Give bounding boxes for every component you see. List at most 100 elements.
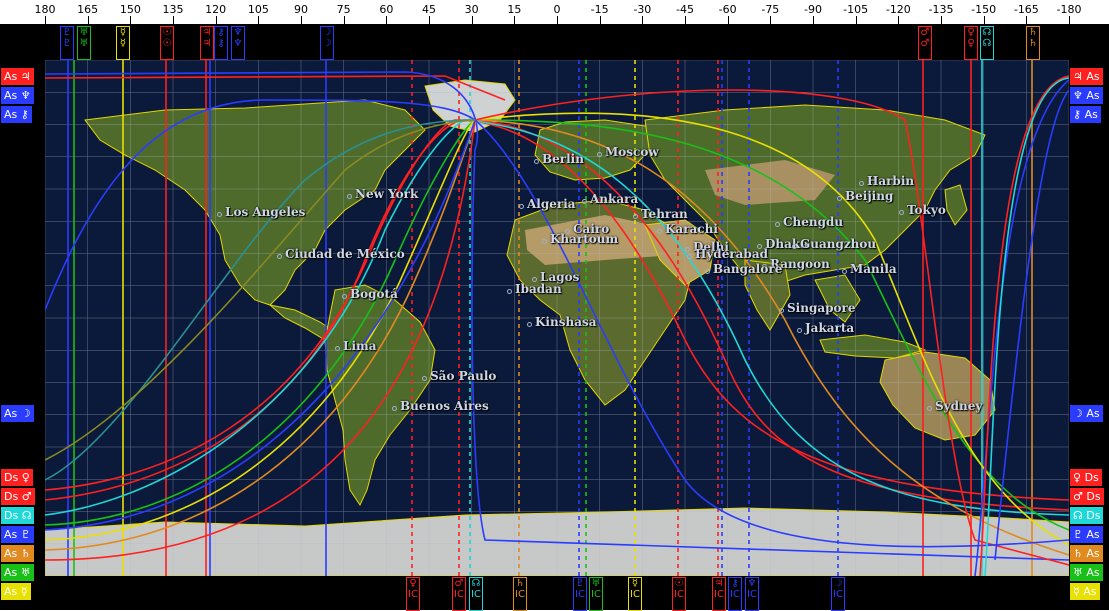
ic-badge-ic-chiron[interactable]: ⚷ IC (728, 577, 742, 611)
right-angle-badge[interactable]: ☽ As (1070, 405, 1103, 422)
city-label[interactable]: Khartoum (550, 232, 618, 246)
left-angle-badge[interactable]: As ☽ (1, 405, 34, 422)
mc-badge-mc-uranus[interactable]: ♅ ♅ (77, 26, 91, 60)
ic-badge-ic-sun[interactable]: ☉ IC (672, 577, 686, 611)
badge-glyph-bottom: ☽ (322, 38, 332, 49)
mc-badge-mc-chiron[interactable]: ⚷ ⚷ (214, 26, 228, 60)
angle-label: Ds (1086, 509, 1101, 522)
city-label[interactable]: Los Angeles (225, 205, 305, 219)
city-label[interactable]: Guangzhou (800, 237, 876, 251)
world-map[interactable]: Berlin Moscow Ankara Algeria Cairo Tehran Kara… (45, 60, 1069, 576)
right-angle-badge[interactable]: ☊ Ds (1070, 507, 1104, 524)
ic-badge-ic-uranus[interactable]: ♅ IC (589, 577, 603, 611)
city-label[interactable]: New York (355, 187, 418, 201)
badge-glyph-top: ♂ (454, 578, 464, 589)
city-label[interactable]: Tehran (641, 207, 688, 221)
left-angle-badge[interactable]: As ♃ (1, 68, 34, 85)
mc-badge-mc-mars-y[interactable]: ☿ ☿ (116, 26, 130, 60)
ic-badge-ic-venus[interactable]: ♀ IC (406, 577, 420, 611)
right-angle-badge[interactable]: ♃ As (1070, 68, 1103, 85)
right-angle-badge[interactable]: ♄ As (1070, 545, 1103, 562)
longitude-tick-label: 75 (336, 3, 351, 16)
city-label[interactable]: Buenos Aires (400, 399, 489, 413)
badge-glyph-top: ☉ (674, 578, 684, 589)
city-label[interactable]: Ibadan (515, 282, 562, 296)
city-label[interactable]: Manila (850, 262, 897, 276)
city-label[interactable]: Jakarta (805, 321, 854, 335)
city-label[interactable]: Kinshasa (535, 315, 597, 329)
ic-badge-ic-moon[interactable]: ☽ IC (831, 577, 845, 611)
city-label[interactable]: Berlin (542, 152, 584, 166)
longitude-tick-label: -30 (633, 3, 652, 16)
mc-badge-mc-neptune[interactable]: ♆ ♆ (231, 26, 245, 60)
ic-badge-ic-node[interactable]: ☊ IC (469, 577, 483, 611)
planet-glyph-icon: ♂ (1073, 490, 1087, 503)
left-angle-badge[interactable]: As ♄ (1, 545, 34, 562)
ic-badge-ic-pluto[interactable]: ♇ IC (573, 577, 587, 611)
city-marker-icon (927, 406, 932, 411)
left-angle-badge[interactable]: As ♇ (1, 526, 34, 543)
left-angle-badge[interactable]: Ds ♀ (1, 469, 33, 486)
mc-badge-mc-sun[interactable]: ☉ ☉ (160, 26, 174, 60)
planet-glyph-icon: ♃ (1073, 70, 1087, 83)
planet-glyph-icon: ♆ (17, 89, 31, 102)
right-angle-badge[interactable]: ♅ As (1070, 564, 1103, 581)
right-angle-badge[interactable]: ♂ Ds (1070, 488, 1104, 505)
mc-badge-mc-pluto[interactable]: ♇ ♇ (60, 26, 74, 60)
city-label[interactable]: Harbin (867, 174, 914, 188)
longitude-tick-label: 135 (162, 3, 184, 16)
mc-badge-mc-venus[interactable]: ♀ ♀ (964, 26, 978, 60)
right-angle-badge[interactable]: ⚷ As (1070, 106, 1101, 123)
ic-badge-ic-jupiter[interactable]: ♃ IC (712, 577, 726, 611)
city-label[interactable]: Algeria (527, 197, 576, 211)
city-label[interactable]: Sydney (935, 399, 982, 413)
badge-glyph-bottom: ♀ (967, 38, 975, 49)
mc-badge-mc-moon[interactable]: ☽ ☽ (320, 26, 334, 60)
mc-badge-mc-saturn[interactable]: ♄ ♄ (1026, 26, 1040, 60)
left-angle-badge[interactable]: As ⚷ (1, 106, 32, 123)
longitude-tick-label: 60 (379, 3, 394, 16)
city-label[interactable]: São Paulo (430, 369, 496, 383)
angle-label: Ds (4, 509, 19, 522)
right-angle-badge[interactable]: ♀ Ds (1070, 469, 1102, 486)
left-angle-badge[interactable]: Ds ♂ (1, 488, 35, 505)
mc-badge-mc-jupiter[interactable]: ♃ ♃ (200, 26, 214, 60)
city-label[interactable]: Karachi (665, 222, 718, 236)
longitude-tick-label: 45 (422, 3, 436, 16)
longitude-tick-label: 90 (294, 3, 308, 16)
planet-glyph-icon: ♂ (18, 490, 32, 503)
left-angle-badge[interactable]: As ☿ (1, 583, 31, 600)
city-label[interactable]: Bogotá (350, 287, 398, 301)
city-label[interactable]: Ciudad de México (285, 247, 405, 261)
right-angle-badge[interactable]: ☿ As (1070, 583, 1100, 600)
longitude-tick-mark (386, 16, 388, 24)
city-label[interactable]: Hyderabad (695, 247, 768, 261)
left-angle-badge[interactable]: As ♅ (1, 564, 34, 581)
city-marker-icon (507, 289, 512, 294)
city-label[interactable]: Chengdu (783, 215, 843, 229)
city-label[interactable]: Beijing (845, 189, 893, 203)
ic-badge-ic-saturn[interactable]: ♄ IC (513, 577, 527, 611)
right-angle-badge[interactable]: ♆ As (1070, 87, 1103, 104)
longitude-tick-label: 15 (507, 3, 522, 16)
badge-glyph-top: ☿ (631, 578, 639, 589)
city-label[interactable]: Tokyo (907, 203, 946, 217)
badge-glyph-bottom: ♇ (62, 38, 72, 49)
angle-label: As (4, 585, 18, 598)
mc-badge-mc-node[interactable]: ☊ ☊ (980, 26, 994, 60)
city-label[interactable]: Ankara (590, 192, 638, 206)
city-label[interactable]: Bangalore (713, 262, 782, 276)
angle-label: As (1086, 407, 1100, 420)
ic-badge-ic-mars[interactable]: ♂ IC (452, 577, 466, 611)
left-angle-badge[interactable]: As ♆ (1, 87, 34, 104)
right-angle-badge[interactable]: ♇ As (1070, 526, 1103, 543)
mc-badge-mc-mars[interactable]: ♂ ♂ (918, 26, 932, 60)
ic-badge-ic-mercury[interactable]: ☿ IC (628, 577, 642, 611)
ic-badge-ic-neptune[interactable]: ♆ IC (745, 577, 759, 611)
city-label[interactable]: Lima (343, 339, 376, 353)
city-label[interactable]: Singapore (787, 301, 855, 315)
left-angle-badge[interactable]: Ds ☊ (1, 507, 35, 524)
badge-glyph-top: ☽ (322, 27, 332, 38)
longitude-tick-mark (770, 16, 772, 24)
city-label[interactable]: Moscow (605, 145, 659, 159)
